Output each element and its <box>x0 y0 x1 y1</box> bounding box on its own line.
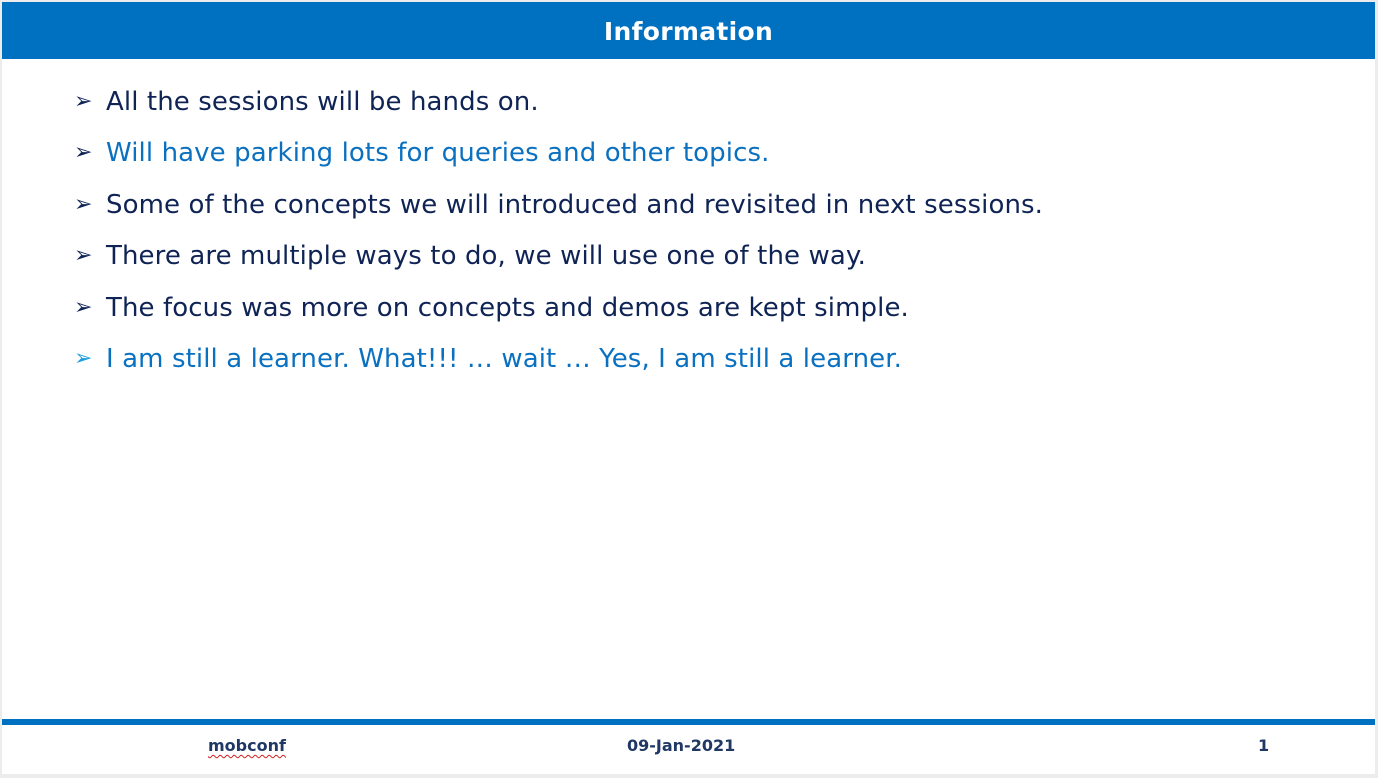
arrow-right-icon: ➢ <box>74 243 93 269</box>
slide: Information ➢ All the sessions will be h… <box>2 2 1375 774</box>
bullet-text: Will have parking lots for queries and o… <box>106 138 770 169</box>
arrow-right-icon: ➢ <box>74 88 93 114</box>
bullet-list: ➢ All the sessions will be hands on. ➢ W… <box>74 76 1314 385</box>
page-number: 1 <box>1258 736 1270 755</box>
bullet-item: ➢ Will have parking lots for queries and… <box>74 128 1314 180</box>
footer-brand: mobconf <box>208 736 286 755</box>
arrow-right-icon: ➢ <box>74 346 93 372</box>
bullet-item: ➢ Some of the concepts we will introduce… <box>74 179 1314 231</box>
bullet-text: I am still a learner. What!!! … wait … Y… <box>106 344 903 375</box>
arrow-right-icon: ➢ <box>74 140 93 166</box>
bullet-item: ➢ There are multiple ways to do, we will… <box>74 231 1314 283</box>
bullet-text: All the sessions will be hands on. <box>106 86 539 117</box>
footer-divider <box>2 719 1375 725</box>
slide-title: Information <box>603 16 774 46</box>
bullet-item: ➢ All the sessions will be hands on. <box>74 76 1314 128</box>
arrow-right-icon: ➢ <box>74 294 93 320</box>
arrow-right-icon: ➢ <box>74 191 93 217</box>
bullet-text: Some of the concepts we will introduced … <box>106 189 1044 220</box>
bullet-text: There are multiple ways to do, we will u… <box>106 241 867 272</box>
footer-date: 09-Jan-2021 <box>627 736 736 755</box>
bullet-item: ➢ I am still a learner. What!!! … wait …… <box>74 334 1314 386</box>
bullet-item: ➢ The focus was more on concepts and dem… <box>74 282 1314 334</box>
bullet-text: The focus was more on concepts and demos… <box>106 292 909 323</box>
header-bar: Information <box>2 2 1375 59</box>
